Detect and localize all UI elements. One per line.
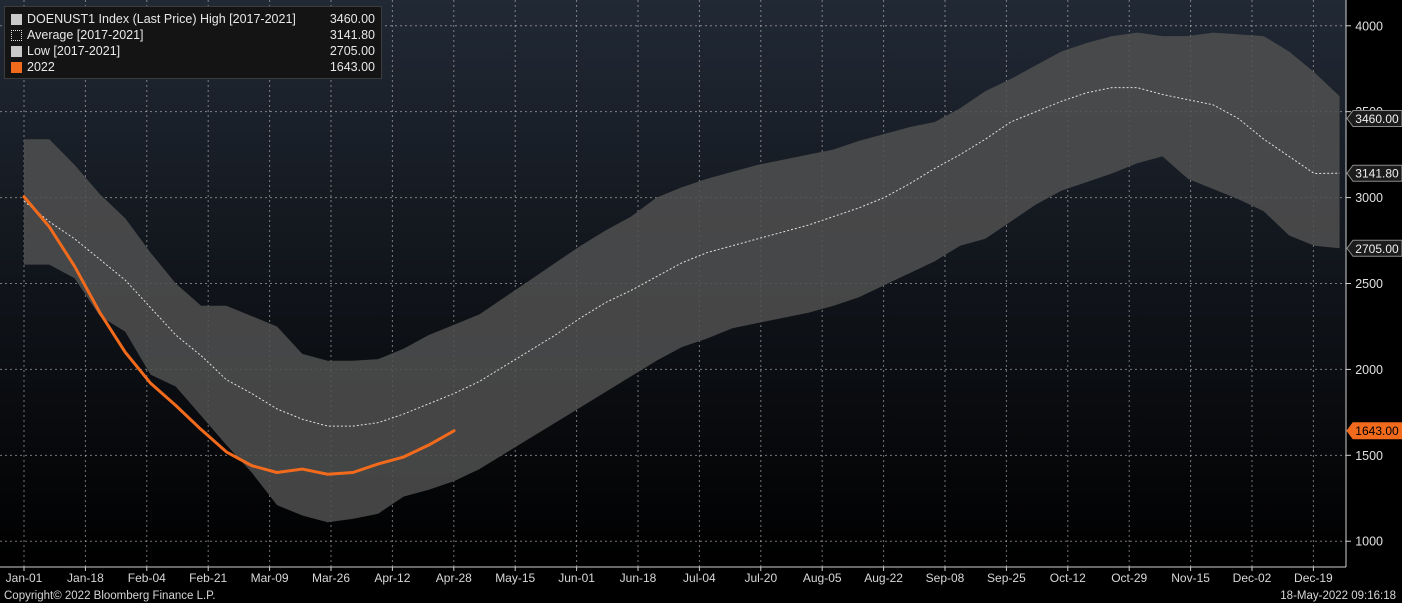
axis-tag-label-high: 3460.00 [1355,112,1399,126]
legend-item-low: Low [2017-2021] 2705.00 [11,43,375,59]
x-tick-label: Jun-01 [558,571,595,585]
chart: Jan-01 Jan-18 Feb-04 Feb-21 Mar-09 Mar-26 Apr-… [0,0,1402,585]
legend: DOENUST1 Index (Last Price) High [2017-2… [4,6,382,79]
x-tick-label: Apr-12 [374,571,410,585]
y-tick-label: 1500 [1355,449,1383,463]
copyright-text: Copyright© 2022 Bloomberg Finance L.P. [4,590,216,602]
axis-tag-label-current: 1643.00 [1355,424,1399,438]
x-tick-label: Mar-26 [312,571,350,585]
legend-value-low: 2705.00 [329,44,375,58]
y-tick-label: 2500 [1355,277,1383,291]
x-tick-label: Oct-29 [1111,571,1147,585]
y-tick-label: 3000 [1355,191,1383,205]
x-tick-label: Apr-28 [436,571,472,585]
x-tick-label: May-15 [495,571,535,585]
x-tick-label: Nov-15 [1171,571,1210,585]
legend-label-low: Low [2017-2021] [27,44,121,58]
x-tick-label: Dec-02 [1233,571,1272,585]
x-tick-label: Oct-12 [1050,571,1086,585]
x-tick-label: Aug-22 [864,571,903,585]
x-tick-label: Jan-01 [6,571,43,585]
axis-tag-label-average: 3141.80 [1355,167,1399,181]
x-tick-label: Aug-05 [803,571,842,585]
x-tick-label: Jun-18 [620,571,657,585]
x-tick-label: Jul-20 [744,571,777,585]
legend-label-2022: 2022 [27,60,55,74]
legend-value-high: 3460.00 [329,12,375,26]
timestamp-text: 18-May-2022 09:16:18 [1280,590,1396,602]
legend-swatch-2022 [11,61,22,73]
axis-tag-label-low: 2705.00 [1355,242,1399,256]
x-tick-label: Jul-04 [683,571,716,585]
x-tick-label: Dec-19 [1294,571,1333,585]
legend-item-2022: 2022 1643.00 [11,59,375,75]
axis-value-tags: 3460.00 3141.80 2705.00 1643.00 [1346,110,1402,440]
x-tick-label: Jan-18 [67,571,104,585]
legend-value-average: 3141.80 [329,28,375,42]
y-tick-label: 4000 [1355,19,1383,33]
x-tick-label: Sep-25 [987,571,1026,585]
legend-item-average: Average [2017-2021] 3141.80 [11,27,375,43]
legend-swatch-average [11,29,22,41]
legend-value-2022: 1643.00 [329,60,375,74]
legend-label-high: DOENUST1 Index (Last Price) High [2017-2… [27,12,296,26]
legend-swatch-low [11,45,22,57]
y-tick-label: 2000 [1355,363,1383,377]
x-tick-label: Mar-09 [251,571,289,585]
x-tick-label: Feb-21 [189,571,227,585]
legend-item-high: DOENUST1 Index (Last Price) High [2017-2… [11,11,375,27]
y-tick-label: 1000 [1355,535,1383,549]
x-tick-label: Sep-08 [926,571,965,585]
x-tick-label: Feb-04 [128,571,166,585]
legend-swatch-high [11,13,22,25]
legend-label-average: Average [2017-2021] [27,28,144,42]
